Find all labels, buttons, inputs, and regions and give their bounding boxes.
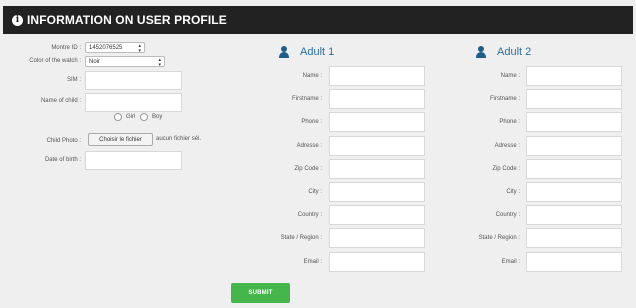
adult1-zip-code-input[interactable]	[329, 158, 425, 179]
dob-input[interactable]	[85, 151, 182, 170]
boy-radio[interactable]	[140, 113, 148, 121]
adult1-state-region-input[interactable]	[329, 228, 425, 249]
adult2-name-label: Name :	[500, 73, 520, 79]
adult1-adresse-label: Adresse :	[296, 142, 322, 149]
info-icon: i	[12, 14, 23, 26]
child-photo-label: Child Photo :	[46, 138, 81, 144]
adult2-state-region-input[interactable]	[526, 228, 622, 249]
panel-header: i INFORMATION ON USER PROFILE	[3, 6, 633, 34]
child-name-label: Name of child :	[40, 98, 81, 104]
girl-radio-label: Girl	[126, 114, 136, 120]
adult1-country-label: Country :	[297, 212, 322, 219]
user-icon	[279, 46, 289, 58]
adult2-state-region-label: State / Region :	[478, 235, 520, 242]
adult2-country-input[interactable]	[526, 205, 622, 226]
montre-id-value: 1452076525	[89, 44, 123, 51]
adult2-country-label: Country :	[495, 212, 520, 219]
sim-input[interactable]	[85, 71, 182, 90]
adult2-city-label: City :	[506, 189, 520, 195]
dob-label: Date of birth :	[44, 157, 81, 163]
page-title: INFORMATION ON USER PROFILE	[27, 13, 227, 27]
adult2-zip-code-input[interactable]	[526, 158, 622, 179]
montre-id-select[interactable]: 1452076525 ▴ ▾	[85, 42, 145, 54]
adult1-name-label: Name :	[302, 73, 322, 79]
watch-color-value: Noir	[89, 58, 101, 65]
adult1-adresse-input[interactable]	[329, 135, 425, 156]
adult2-zip-code-label: Zip Code :	[492, 165, 520, 172]
adult1-firstname-input[interactable]	[329, 89, 425, 110]
adult-1-heading: Adult 1	[279, 46, 334, 58]
adult-2-heading: Adult 2	[476, 46, 531, 58]
adult1-city-label: City :	[308, 189, 322, 195]
adult2-phone-input[interactable]	[526, 112, 622, 133]
adult2-firstname-label: Firstname :	[489, 96, 520, 103]
adult1-name-input[interactable]	[329, 66, 425, 86]
adult2-firstname-input[interactable]	[526, 89, 622, 110]
profile-form-panel: i INFORMATION ON USER PROFILE Montre ID …	[0, 0, 636, 308]
adult2-email-label: Email :	[501, 258, 520, 265]
adult2-phone-label: Phone :	[499, 119, 520, 126]
submit-button[interactable]: SUBMIT	[231, 283, 290, 303]
adult1-state-region-label: State / Region :	[280, 235, 322, 242]
adult1-zip-code-label: Zip Code :	[294, 165, 322, 172]
sim-label: SIM :	[66, 77, 81, 83]
adult2-adresse-label: Adresse :	[494, 142, 520, 149]
adult1-firstname-label: Firstname :	[291, 96, 322, 103]
adult1-email-input[interactable]	[329, 251, 425, 272]
adult1-phone-input[interactable]	[329, 112, 425, 133]
boy-radio-label: Boy	[152, 114, 163, 120]
adult-1-title: Adult 1	[300, 46, 335, 58]
adult1-phone-label: Phone :	[301, 119, 322, 126]
girl-radio[interactable]	[114, 113, 122, 121]
select-arrows-icon: ▴ ▾	[138, 43, 141, 54]
adult-2-title: Adult 2	[497, 46, 532, 58]
adult1-city-input[interactable]	[329, 182, 425, 202]
adult2-adresse-input[interactable]	[526, 135, 622, 156]
select-arrows-icon: ▴ ▾	[158, 57, 161, 68]
child-name-input[interactable]	[85, 93, 182, 112]
adult2-email-input[interactable]	[526, 251, 622, 272]
adult2-name-input[interactable]	[526, 66, 622, 86]
watch-color-label: Color of the watch :	[29, 58, 81, 64]
file-status-text: aucun fichier sél.	[156, 136, 202, 142]
watch-color-select[interactable]: Noir ▴ ▾	[85, 56, 165, 68]
montre-id-label: Montre ID :	[51, 45, 81, 51]
adult1-country-input[interactable]	[329, 205, 425, 226]
user-icon	[476, 46, 486, 58]
choose-file-button[interactable]: Choisir le fichier	[88, 133, 153, 146]
adult1-email-label: Email :	[303, 258, 322, 265]
adult2-city-input[interactable]	[526, 182, 622, 202]
